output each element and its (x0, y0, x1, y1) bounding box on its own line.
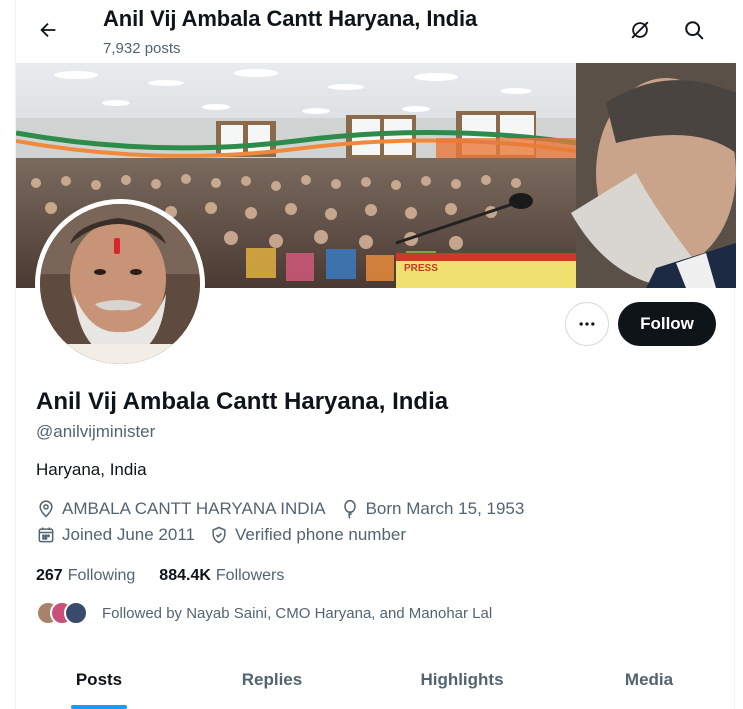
press-sign-text: PRESS (404, 263, 438, 274)
followers-count: 884.4K (159, 567, 211, 584)
birthday-item: Born March 15, 1953 (340, 499, 525, 519)
profile-meta-row-1: AMBALA CANTT HARYANA INDIA Born March 15… (36, 499, 538, 519)
verification-item[interactable]: Verified phone number (209, 525, 406, 545)
profile-tabs: Posts Replies Highlights Media (16, 657, 736, 709)
joined-text: Joined June 2011 (62, 525, 195, 544)
profile-bio: Haryana, India (36, 460, 147, 479)
tab-posts[interactable]: Posts (16, 657, 182, 709)
tab-media[interactable]: Media (562, 657, 736, 709)
following-label: Following (67, 567, 136, 584)
posts-count: 7,932 posts (103, 40, 181, 57)
back-arrow-icon (40, 22, 56, 38)
tab-replies[interactable]: Replies (182, 657, 362, 709)
location-text: AMBALA CANTT HARYANA INDIA (62, 499, 326, 518)
verification-text: Verified phone number (234, 525, 407, 544)
search-button[interactable] (678, 14, 710, 46)
grok-button[interactable] (624, 14, 656, 46)
location-item: AMBALA CANTT HARYANA INDIA (36, 499, 326, 519)
birthday-text: Born March 15, 1953 (365, 499, 525, 518)
profile-handle: @anilvijminister (36, 422, 156, 441)
followed-by[interactable]: Followed by Nayab Saini, CMO Haryana, an… (36, 601, 492, 625)
more-icon (579, 322, 595, 326)
mini-avatar (64, 601, 88, 625)
back-button[interactable] (32, 14, 64, 46)
more-options-button[interactable] (565, 302, 609, 346)
follow-counts: 267 Following 884.4K Followers (36, 567, 308, 585)
following-count: 267 (36, 567, 63, 584)
followers-label: Followers (215, 567, 285, 584)
shield-check-icon (212, 526, 226, 544)
balloon-icon (343, 499, 356, 519)
following-link[interactable]: 267 Following (36, 567, 135, 585)
followed-by-text: Followed by Nayab Saini, CMO Haryana, an… (102, 604, 493, 622)
tab-highlights[interactable]: Highlights (362, 657, 562, 709)
search-icon (685, 21, 704, 40)
grok-icon (631, 21, 649, 39)
location-icon (39, 500, 53, 518)
followed-by-avatars (36, 601, 88, 625)
profile-name: Anil Vij Ambala Cantt Haryana, India (36, 388, 449, 415)
calendar-icon (38, 527, 54, 543)
profile-page: Anil Vij Ambala Cantt Haryana, India 7,9… (15, 0, 736, 709)
top-bar: Anil Vij Ambala Cantt Haryana, India 7,9… (16, 0, 736, 63)
follow-button[interactable]: Follow (618, 302, 716, 346)
profile-meta-row-2: Joined June 2011 Verified phone number (36, 525, 420, 545)
header-title: Anil Vij Ambala Cantt Haryana, India (103, 6, 478, 31)
followers-link[interactable]: 884.4K Followers (159, 567, 284, 585)
joined-item: Joined June 2011 (36, 525, 195, 545)
profile-avatar[interactable] (35, 199, 205, 369)
